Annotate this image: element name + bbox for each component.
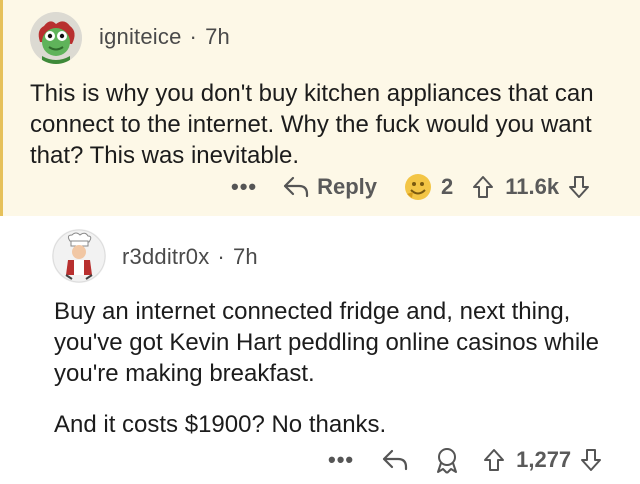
comment-text: This is why you don't buy kitchen applia… (30, 80, 594, 169)
user-avatar[interactable] (30, 12, 82, 64)
award-icon[interactable] (403, 172, 433, 202)
comment-paragraph: Buy an internet connected fridge and, ne… (54, 298, 599, 387)
more-options-button[interactable]: ••• (328, 447, 354, 473)
upvote-icon[interactable] (482, 447, 506, 473)
frog-avatar-icon (30, 12, 82, 64)
timestamp: 7h (232, 244, 258, 269)
username[interactable]: r3dditr0x (122, 244, 209, 269)
vote-score: 11.6k (505, 174, 560, 199)
award-icon[interactable] (434, 446, 460, 474)
downvote-icon[interactable] (567, 174, 591, 200)
meta-separator: · (189, 24, 198, 49)
comment-body: Buy an internet connected fridge and, ne… (54, 296, 610, 440)
comment-meta: igniteice · 7h (99, 24, 230, 50)
username[interactable]: igniteice (99, 24, 182, 49)
comment-meta: r3dditr0x · 7h (122, 244, 258, 270)
reply-icon[interactable] (382, 449, 408, 471)
vote-score: 1,277 (516, 447, 572, 472)
upvote-icon[interactable] (471, 174, 495, 200)
downvote-icon[interactable] (579, 447, 603, 473)
comment-actions: ••• 1,277 (328, 446, 603, 474)
comment-highlighted: igniteice · 7h This is why you don't buy k… (0, 0, 640, 216)
comment-actions: ••• Reply 2 11.6k (231, 172, 591, 202)
timestamp: 7h (205, 24, 230, 49)
comment-body: This is why you don't buy kitchen applia… (30, 78, 630, 171)
chef-avatar-icon (52, 229, 106, 283)
reply-button[interactable]: Reply (317, 174, 377, 200)
comment-paragraph: And it costs $1900? No thanks. (54, 411, 387, 438)
award-count: 2 (441, 174, 454, 199)
reply-icon[interactable] (283, 176, 309, 198)
more-options-button[interactable]: ••• (231, 174, 257, 200)
meta-separator: · (217, 244, 225, 269)
user-avatar[interactable] (52, 229, 106, 283)
